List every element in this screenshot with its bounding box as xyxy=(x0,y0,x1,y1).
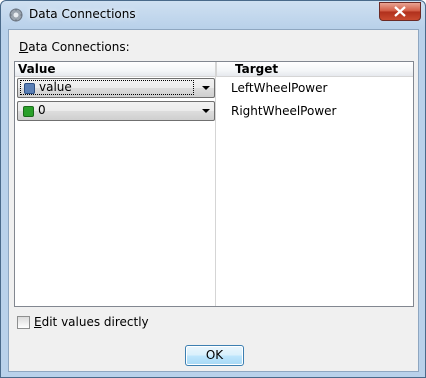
value-dropdown[interactable]: value xyxy=(17,78,215,98)
table-row: 0 RightWheelPower xyxy=(15,100,413,122)
gear-icon xyxy=(9,8,23,22)
chevron-down-icon[interactable] xyxy=(202,86,210,90)
close-icon xyxy=(394,6,406,17)
grid-header: Value Target xyxy=(15,62,413,77)
dialog-client: Data Connections: Value Target value Lef… xyxy=(8,29,419,372)
value-dropdown-content: 0 xyxy=(20,103,192,117)
ok-button-label: OK xyxy=(205,348,224,362)
title-bar[interactable]: Data Connections xyxy=(1,1,425,29)
connections-grid: Value Target value LeftWheelPower 0 Righ… xyxy=(14,61,414,307)
value-dropdown[interactable]: 0 xyxy=(17,101,215,121)
column-header-value[interactable]: Value xyxy=(18,62,56,76)
window-title: Data Connections xyxy=(29,7,136,21)
target-cell: LeftWheelPower xyxy=(231,81,328,95)
accesskey-e: E xyxy=(34,315,42,329)
value-dropdown-text: 0 xyxy=(38,103,46,117)
value-dropdown-text: value xyxy=(39,80,72,94)
edit-values-checkbox[interactable] xyxy=(17,316,30,329)
blue-cube-icon xyxy=(24,83,35,94)
table-row: value LeftWheelPower xyxy=(15,77,413,99)
chevron-down-icon[interactable] xyxy=(202,109,210,113)
data-connections-label-rest: ata Connections: xyxy=(28,40,130,54)
close-button[interactable] xyxy=(379,2,421,21)
edit-values-label[interactable]: Edit values directly xyxy=(34,315,149,329)
edit-values-label-rest: dit values directly xyxy=(41,315,149,329)
value-dropdown-focus: value xyxy=(20,80,194,95)
data-connections-label: Data Connections: xyxy=(19,40,130,54)
green-cube-icon xyxy=(23,106,34,117)
dialog-window: Data Connections Data Connections: Value… xyxy=(0,0,426,378)
column-header-target[interactable]: Target xyxy=(235,62,278,76)
accesskey-d: D xyxy=(19,40,29,54)
column-divider[interactable] xyxy=(216,62,217,76)
ok-button[interactable]: OK xyxy=(185,345,244,366)
target-cell: RightWheelPower xyxy=(231,104,337,118)
